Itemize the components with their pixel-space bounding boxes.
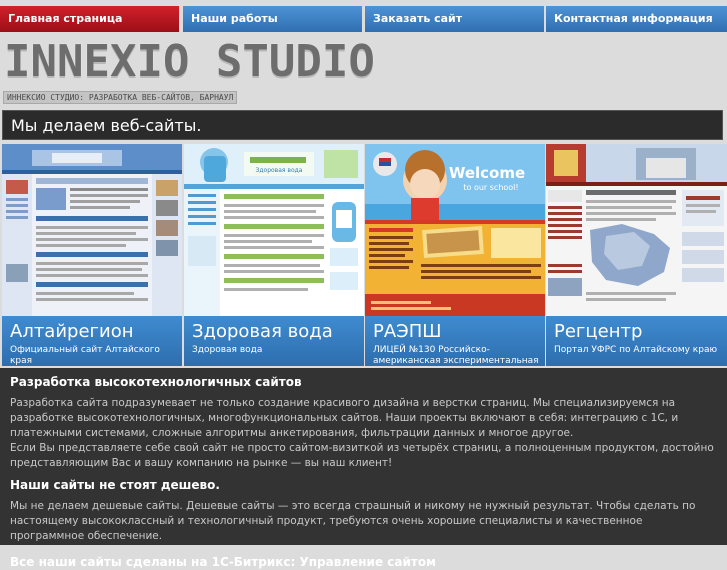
portfolio-description: Портал УФРС по Алтайскому краю xyxy=(554,345,718,355)
nav-order[interactable]: Заказать сайт xyxy=(365,6,544,32)
raepsh-screenshot: Welcome to our school! xyxy=(365,144,545,316)
section-heading-development: Разработка высокотехнологичных сайтов xyxy=(10,375,302,389)
section-paragraph: Если Вы представляете себе свой сайт не … xyxy=(10,442,714,469)
zdorovaya-voda-screenshot: Здоровая вода xyxy=(184,144,364,316)
section-heading-price: Наши сайты не стоят дешево. xyxy=(10,478,220,492)
portfolio-caption: РАЭПШ ЛИЦЕЙ №130 Российско-американская … xyxy=(365,316,545,377)
portfolio-title: РАЭПШ xyxy=(373,321,442,342)
top-navigation: Главная страница Наши работы Заказать са… xyxy=(0,6,727,32)
portfolio-description: Здоровая вода xyxy=(192,345,263,355)
portfolio-description: Официальный сайт Алтайского края xyxy=(10,345,160,366)
section-paragraph: Разработка сайта подразумевает не только… xyxy=(10,397,679,439)
portfolio-item-raepsh[interactable]: Welcome to our school! РАЭПШ ЛИЦЕЙ №130 … xyxy=(365,144,545,377)
portfolio-caption: Здоровая вода Здоровая вода xyxy=(184,316,364,366)
nav-works[interactable]: Наши работы xyxy=(183,6,362,32)
portfolio-item-regcentr[interactable]: Регцентр Портал УФРС по Алтайскому краю xyxy=(546,144,727,366)
water-logo-text: Здоровая вода xyxy=(256,167,303,174)
portfolio-caption: Регцентр Портал УФРС по Алтайскому краю xyxy=(546,316,727,366)
school-welcome-text: Welcome xyxy=(449,164,525,182)
portfolio-item-zdorovaya-voda[interactable]: Здоровая вода Здоровая вода Здоровая вод… xyxy=(184,144,364,366)
main-content: Разработка высокотехнологичных сайтов Ра… xyxy=(0,368,727,569)
section-paragraph: Мы не делаем дешевые сайты. Дешевые сайт… xyxy=(10,500,696,542)
altairegion-screenshot xyxy=(2,144,182,316)
school-subtitle-text: to our school! xyxy=(463,183,518,192)
nav-contacts[interactable]: Контактная информация xyxy=(546,6,727,32)
portfolio-grid: Алтайрегион Официальный сайт Алтайского … xyxy=(0,144,727,377)
regcentr-screenshot xyxy=(546,144,727,316)
site-tagline: ИННЕКСИО СТУДИО: РАЗРАБОТКА ВЕБ-САЙТОВ, … xyxy=(3,91,238,104)
site-logo[interactable]: INNEXIO STUDIO xyxy=(4,37,375,87)
portfolio-title: Здоровая вода xyxy=(192,321,333,342)
portfolio-item-altairegion[interactable]: Алтайрегион Официальный сайт Алтайского … xyxy=(2,144,182,366)
portfolio-title: Алтайрегион xyxy=(10,321,134,342)
nav-home[interactable]: Главная страница xyxy=(0,6,179,32)
section-heading-bitrix: Все наши сайты сделаны на 1С-Битрикс: Уп… xyxy=(10,555,436,569)
portfolio-title: Регцентр xyxy=(554,321,643,342)
portfolio-caption: Алтайрегион Официальный сайт Алтайского … xyxy=(2,316,182,366)
slogan-bar: Мы делаем веб-сайты. xyxy=(2,110,723,140)
